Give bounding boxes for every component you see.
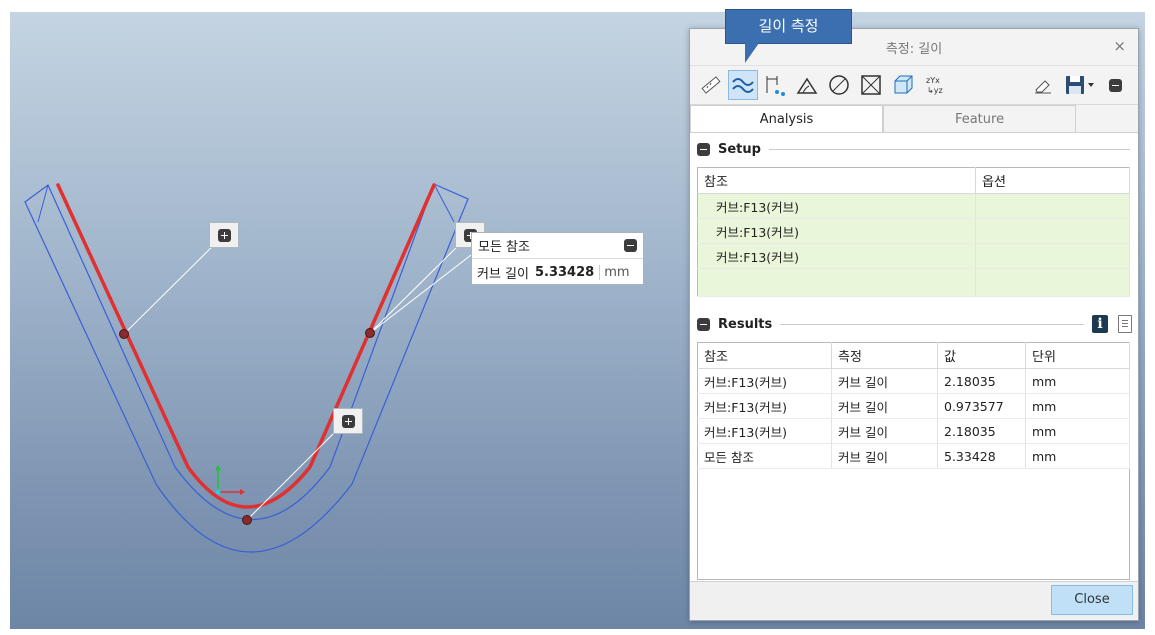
- distance-icon[interactable]: [760, 70, 790, 100]
- volume-icon[interactable]: [888, 70, 918, 100]
- empty-area: [698, 469, 1130, 580]
- dialog-tabs: Analysis Feature: [690, 105, 1138, 133]
- svg-text:↳yz: ↳yz: [927, 86, 943, 95]
- dialog-footer: Close: [690, 581, 1138, 620]
- measured-curve: [56, 183, 436, 509]
- divider: [780, 323, 1084, 325]
- annotation-label: 커브 길이: [477, 267, 529, 282]
- measure-dialog: 측정: 길이 × zYx ↳yz Analysis Feature Setup …: [689, 28, 1139, 621]
- table-cell: 커브 길이: [831, 393, 938, 419]
- table-cell: [975, 243, 1130, 269]
- table-cell: mm: [1025, 368, 1130, 394]
- curve-length-icon[interactable]: [728, 70, 758, 100]
- annotation-unit: mm: [599, 265, 630, 280]
- svg-text:zYx: zYx: [926, 76, 940, 85]
- tab-analysis[interactable]: Analysis: [690, 105, 883, 133]
- expand-annotation-button[interactable]: [209, 222, 239, 248]
- table-row[interactable]: 커브:F13(커브): [697, 193, 1130, 219]
- report-icon[interactable]: [1118, 315, 1132, 333]
- table-cell: 2.18035: [937, 368, 1026, 394]
- table-cell: 커브:F13(커브): [697, 418, 832, 444]
- setup-title: Setup: [718, 141, 761, 157]
- area-icon[interactable]: [856, 70, 886, 100]
- column-header: 옵션: [975, 167, 1130, 194]
- table-cell: 모든 참조: [697, 443, 832, 469]
- table-cell: 2.18035: [937, 418, 1026, 444]
- tab-feature[interactable]: Feature: [883, 105, 1076, 133]
- table-cell: 커브:F13(커브): [697, 368, 832, 394]
- transform-icon[interactable]: zYx ↳yz: [920, 70, 950, 100]
- measure-toolbar: zYx ↳yz: [690, 66, 1138, 105]
- eraser-icon[interactable]: [1028, 70, 1058, 100]
- table-cell: [975, 218, 1130, 244]
- minus-icon: [1108, 78, 1122, 92]
- table-cell: 커브:F13(커브): [697, 243, 976, 269]
- column-header: 값: [937, 342, 1026, 369]
- table-cell: [975, 268, 1130, 297]
- table-cell: mm: [1025, 393, 1130, 419]
- table-cell: 커브:F13(커브): [697, 218, 976, 244]
- table-cell: 커브 길이: [831, 418, 938, 444]
- table-cell: [975, 193, 1130, 219]
- annotation-title: 모든 참조: [478, 240, 530, 255]
- table-row[interactable]: 커브:F13(커브): [697, 218, 1130, 244]
- coordinate-triad-icon: [215, 465, 245, 495]
- column-header: 참조: [697, 342, 832, 369]
- table-cell: 5.33428: [937, 443, 1026, 469]
- total-length-annotation: 모든 참조 커브 길이 5.33428 mm: [471, 232, 644, 285]
- column-header: 단위: [1025, 342, 1130, 369]
- surface-outline: [24, 183, 469, 553]
- diameter-icon[interactable]: [824, 70, 854, 100]
- expand-annotation-button[interactable]: [333, 408, 363, 434]
- angle-icon[interactable]: [792, 70, 822, 100]
- collapse-icon[interactable]: [697, 142, 710, 156]
- plus-icon: [341, 414, 355, 428]
- column-header: 측정: [831, 342, 938, 369]
- tooltip-callout-tail: [745, 43, 759, 63]
- table-row[interactable]: 모든 참조 커브 길이 5.33428 mm: [697, 443, 1130, 469]
- table-cell: mm: [1025, 443, 1130, 469]
- table-row[interactable]: 커브:F13(커브) 커브 길이 2.18035 mm: [697, 418, 1130, 444]
- info-icon[interactable]: i: [1092, 315, 1108, 333]
- table-cell: 커브:F13(커브): [697, 393, 832, 419]
- plus-icon: [217, 228, 231, 242]
- annotation-value: 5.33428: [534, 265, 595, 280]
- setup-section-header[interactable]: Setup: [690, 136, 1138, 162]
- collapse-icon[interactable]: [624, 239, 637, 252]
- table-cell: 0.973577: [937, 393, 1026, 419]
- divider: [768, 148, 1130, 150]
- tooltip-callout: 길이 측정: [725, 9, 852, 44]
- table-cell: 커브 길이: [831, 368, 938, 394]
- table-row[interactable]: 커브:F13(커브) 커브 길이 0.973577 mm: [697, 393, 1130, 419]
- collapse-icon[interactable]: [1100, 70, 1130, 100]
- setup-table: 참조 옵션 커브:F13(커브) 커브:F13(커브) 커브:F13(커브): [697, 167, 1130, 297]
- close-icon[interactable]: ×: [1113, 37, 1126, 55]
- results-section-header[interactable]: Results i: [690, 311, 1138, 337]
- dialog-title: 측정: 길이: [885, 41, 943, 57]
- table-cell: 커브 길이: [831, 443, 938, 469]
- results-table: 참조 측정 값 단위 커브:F13(커브) 커브 길이 2.18035 mm 커…: [697, 342, 1130, 580]
- table-row[interactable]: 커브:F13(커브): [697, 243, 1130, 269]
- table-cell: [697, 268, 976, 297]
- column-header: 참조: [697, 167, 976, 194]
- table-cell: 커브:F13(커브): [697, 193, 976, 219]
- table-cell: mm: [1025, 418, 1130, 444]
- results-title: Results: [718, 316, 773, 332]
- save-icon[interactable]: [1060, 70, 1098, 100]
- collapse-icon[interactable]: [697, 317, 710, 331]
- table-row[interactable]: [697, 268, 1130, 297]
- table-row[interactable]: 커브:F13(커브) 커브 길이 2.18035 mm: [697, 368, 1130, 394]
- analysis-panel: Setup 참조 옵션 커브:F13(커브) 커브:F13(커브) 커브:F13…: [690, 132, 1138, 620]
- ruler-icon[interactable]: [696, 70, 726, 100]
- close-button[interactable]: Close: [1051, 585, 1133, 615]
